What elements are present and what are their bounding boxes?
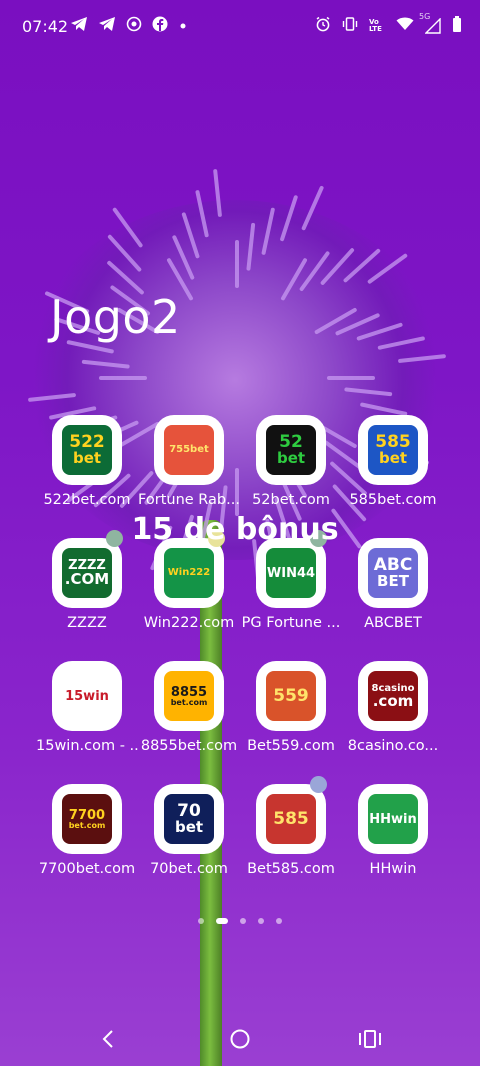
signal-5g-icon: 5G [419, 12, 441, 34]
app-icon[interactable]: 8855 bet.com [154, 661, 224, 731]
app-label: HHwin [369, 861, 417, 877]
navigation-bar [0, 1016, 480, 1066]
app-icon[interactable]: 755bet [154, 415, 224, 485]
app-hhwin[interactable]: HHwin HHwin [342, 784, 444, 877]
page-dot[interactable] [240, 918, 246, 924]
app-label: PG Fortune ... [241, 615, 341, 631]
app-logo-icon: 7700 bet.com [62, 794, 112, 844]
app-win222-com[interactable]: Win222 Win222.com [138, 538, 240, 631]
app-logo-icon: 522 bet [62, 425, 112, 475]
recents-icon[interactable] [358, 1028, 382, 1056]
page-dot[interactable] [198, 918, 204, 924]
wallpaper-petal [99, 376, 147, 380]
telegram-icon [98, 16, 116, 36]
camera-icon [126, 16, 142, 36]
app-logo-icon: ABC BET [368, 548, 418, 598]
telegram-icon [70, 16, 88, 36]
app-icon[interactable]: 7700 bet.com [52, 784, 122, 854]
app-logo-icon: 8855 bet.com [164, 671, 214, 721]
app-522bet-com[interactable]: 522 bet 522bet.com [36, 415, 138, 508]
app-8casino-co[interactable]: 8casino .com 8casino.co... [342, 661, 444, 754]
app-icon[interactable]: ZZZZ .COM [52, 538, 122, 608]
app-label: 70bet.com [150, 861, 228, 877]
app-label: Bet585.com [247, 861, 335, 877]
bonus-banner: 15 de bônus [131, 512, 339, 547]
app-70bet-com[interactable]: 70 bet 70bet.com [138, 784, 240, 877]
status-right-icons: Vo LTE 5G [315, 12, 462, 36]
app-logo-icon: 585 [266, 794, 316, 844]
status-bar: 07:42 Vo LTE 5G [0, 0, 480, 56]
app-icon[interactable]: ABC BET [358, 538, 428, 608]
wallpaper-petal [327, 376, 375, 380]
app-bet585-com[interactable]: 585 Bet585.com [240, 784, 342, 877]
app-label: Bet559.com [247, 738, 335, 754]
app-logo-icon: 8casino .com [368, 671, 418, 721]
status-left-icons [70, 16, 188, 36]
app-pg-fortune[interactable]: WIN44 PG Fortune ... [240, 538, 342, 631]
app-logo-icon: WIN44 [266, 548, 316, 598]
alarm-icon [315, 16, 331, 36]
app-logo-icon: 585 bet [368, 425, 418, 475]
app-logo-icon: 15win [62, 671, 112, 721]
home-icon[interactable] [228, 1028, 252, 1056]
app-icon[interactable]: 585 [256, 784, 326, 854]
app-icon[interactable]: 585 bet [358, 415, 428, 485]
app-label: 15win.com - ... [36, 738, 138, 754]
app-logo-icon: 70 bet [164, 794, 214, 844]
app-icon[interactable]: Win222 [154, 538, 224, 608]
page-dot[interactable] [258, 918, 264, 924]
app-icon[interactable]: 70 bet [154, 784, 224, 854]
app-7700bet-com[interactable]: 7700 bet.com 7700bet.com [36, 784, 138, 877]
battery-icon [452, 16, 462, 36]
folder-title[interactable]: Jogo2 [50, 290, 181, 344]
facebook-icon [152, 16, 168, 36]
app-label: Win222.com [143, 615, 235, 631]
app-logo-icon: 52 bet [266, 425, 316, 475]
app-52bet-com[interactable]: 52 bet 52bet.com [240, 415, 342, 508]
vibrate-icon [342, 16, 358, 36]
app-icon[interactable]: 559 [256, 661, 326, 731]
app-label: 8855bet.com [140, 738, 238, 754]
app-logo-icon: Win222 [164, 548, 214, 598]
app-zzzz[interactable]: ZZZZ .COM ZZZZ [36, 538, 138, 631]
app-label: 8casino.co... [347, 738, 439, 754]
app-label: 52bet.com [252, 492, 330, 508]
status-time: 07:42 [22, 17, 69, 36]
app-fortune-rab[interactable]: 755bet Fortune Rab... [138, 415, 240, 508]
app-label: 7700bet.com [38, 861, 136, 877]
app-logo-icon: HHwin [368, 794, 418, 844]
app-bet559-com[interactable]: 559 Bet559.com [240, 661, 342, 754]
app-15win-com[interactable]: 15win 15win.com - ... [36, 661, 138, 754]
network-type-label: 5G [419, 12, 431, 21]
app-icon[interactable]: HHwin [358, 784, 428, 854]
app-label: Fortune Rab... [138, 492, 240, 508]
wifi-icon [396, 17, 414, 35]
app-icon[interactable]: 8casino .com [358, 661, 428, 731]
page-dot[interactable] [216, 918, 228, 924]
app-icon[interactable]: 52 bet [256, 415, 326, 485]
notification-dot [310, 776, 327, 793]
app-abcbet[interactable]: ABC BET ABCBET [342, 538, 444, 631]
app-label: 585bet.com [349, 492, 437, 508]
app-icon[interactable]: 522 bet [52, 415, 122, 485]
app-label: ABCBET [364, 615, 422, 631]
app-logo-icon: 559 [266, 671, 316, 721]
volte-icon: Vo LTE [369, 18, 382, 33]
app-8855bet-com[interactable]: 8855 bet.com 8855bet.com [138, 661, 240, 754]
app-585bet-com[interactable]: 585 bet 585bet.com [342, 415, 444, 508]
wallpaper-petal [235, 240, 239, 288]
page-indicator [0, 918, 480, 924]
back-icon[interactable] [98, 1028, 120, 1056]
app-label: ZZZZ [67, 615, 107, 631]
app-logo-icon: ZZZZ .COM [62, 548, 112, 598]
app-icon[interactable]: 15win [52, 661, 122, 731]
app-icon[interactable]: WIN44 [256, 538, 326, 608]
app-logo-icon: 755bet [164, 425, 214, 475]
dot-icon [178, 16, 188, 36]
page-dot[interactable] [276, 918, 282, 924]
app-label: 522bet.com [43, 492, 131, 508]
